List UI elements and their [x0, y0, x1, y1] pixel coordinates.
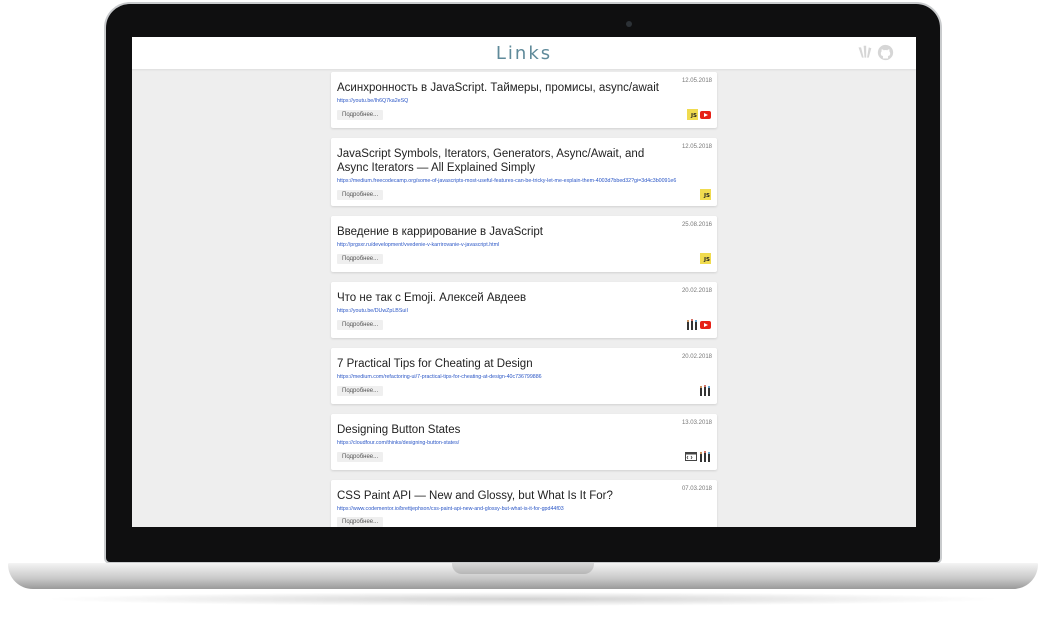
github-icon[interactable]: [877, 44, 894, 61]
tag-list: JS: [700, 253, 711, 264]
tag-list: [686, 319, 711, 330]
design-tools-icon: [700, 385, 710, 396]
code-editor-icon: [685, 452, 697, 461]
more-button[interactable]: Подробнее...: [337, 190, 384, 200]
link-date: 12.05.2018: [681, 78, 712, 84]
card-footer: Подробнее... JS: [337, 253, 711, 264]
app-screen: Links 12.05.2018 Асинхронность в JavaScri…: [132, 37, 916, 527]
page-title: Links: [495, 42, 553, 64]
link-title: Designing Button States: [337, 424, 461, 436]
link-url[interactable]: https://cloudfour.com/thinks/designing-b…: [337, 440, 711, 447]
link-title: CSS Paint API — New and Glossy, but What…: [337, 490, 613, 502]
link-card: 07.03.2018 CSS Paint API — New and Glossy…: [331, 480, 717, 527]
card-footer: Подробнее...: [337, 385, 711, 396]
link-card: 25.08.2016 Введение в каррирование в Java…: [331, 216, 717, 272]
more-button[interactable]: Подробнее...: [337, 517, 384, 527]
laptop-notch: [452, 563, 594, 574]
link-url[interactable]: https://medium.com/refactoring-ui/7-prac…: [337, 374, 711, 381]
link-card: 12.05.2018 Асинхронность в JavaScript. Та…: [331, 72, 717, 128]
youtube-icon: [700, 320, 711, 329]
link-card: 12.05.2018 JavaScript Symbols, Iterators,…: [331, 138, 717, 206]
youtube-icon: [700, 110, 711, 119]
link-card: 13.03.2018 Designing Button States https:/…: [331, 414, 717, 470]
card-footer: Подробнее...: [337, 451, 711, 462]
tag-list: [699, 385, 711, 396]
card-footer: Подробнее... JS: [337, 109, 711, 120]
more-button[interactable]: Подробнее...: [337, 386, 384, 396]
link-url[interactable]: http://prgsxr.ru/development/vvedenie-v-…: [337, 242, 711, 249]
webcam: [626, 21, 632, 27]
link-url[interactable]: https://youtu.be/DUwZpLBSuiI: [337, 308, 711, 315]
design-tools-icon: [700, 451, 710, 462]
link-date: 12.05.2018: [681, 144, 712, 150]
link-title: 7 Practical Tips for Cheating at Design: [337, 358, 533, 370]
javascript-icon: JS: [700, 253, 711, 264]
javascript-icon: JS: [700, 189, 711, 200]
card-footer: Подробнее...: [337, 517, 711, 527]
header-icons: [856, 44, 894, 61]
link-date: 07.03.2018: [681, 486, 712, 492]
laptop-shadow: [40, 592, 1006, 606]
link-url[interactable]: https://youtu.be/Ih6Q7ka2eSQ: [337, 98, 711, 105]
app-header: Links: [132, 37, 916, 69]
link-title: JavaScript Symbols, Iterators, Generator…: [337, 148, 645, 174]
javascript-icon: JS: [687, 109, 698, 120]
more-button[interactable]: Подробнее...: [337, 254, 384, 264]
link-date: 20.02.2018: [681, 288, 712, 294]
design-logo-icon[interactable]: [856, 44, 873, 61]
tag-list: [685, 451, 711, 462]
link-title: Асинхронность в JavaScript. Таймеры, про…: [337, 82, 659, 94]
links-feed: 12.05.2018 Асинхронность в JavaScript. Та…: [331, 72, 717, 527]
design-tools-icon: [687, 319, 697, 330]
more-button[interactable]: Подробнее...: [337, 452, 384, 462]
link-url[interactable]: https://medium.freecodecamp.org/some-of-…: [337, 178, 711, 185]
link-date: 20.02.2018: [681, 354, 712, 360]
link-card: 20.02.2018 7 Practical Tips for Cheating …: [331, 348, 717, 404]
link-url[interactable]: https://www.codementor.io/brettjephson/c…: [337, 506, 711, 513]
more-button[interactable]: Подробнее...: [337, 110, 384, 120]
link-date: 13.03.2018: [681, 420, 712, 426]
more-button[interactable]: Подробнее...: [337, 320, 384, 330]
card-footer: Подробнее... JS: [337, 189, 711, 200]
card-footer: Подробнее...: [337, 319, 711, 330]
link-title: Что не так с Emoji. Алексей Авдеев: [337, 292, 527, 304]
link-title: Введение в каррирование в JavaScript: [337, 226, 543, 238]
link-date: 25.08.2016: [681, 222, 712, 228]
tag-list: JS: [687, 109, 711, 120]
link-card: 20.02.2018 Что не так с Emoji. Алексей Ав…: [331, 282, 717, 338]
tag-list: JS: [700, 189, 711, 200]
